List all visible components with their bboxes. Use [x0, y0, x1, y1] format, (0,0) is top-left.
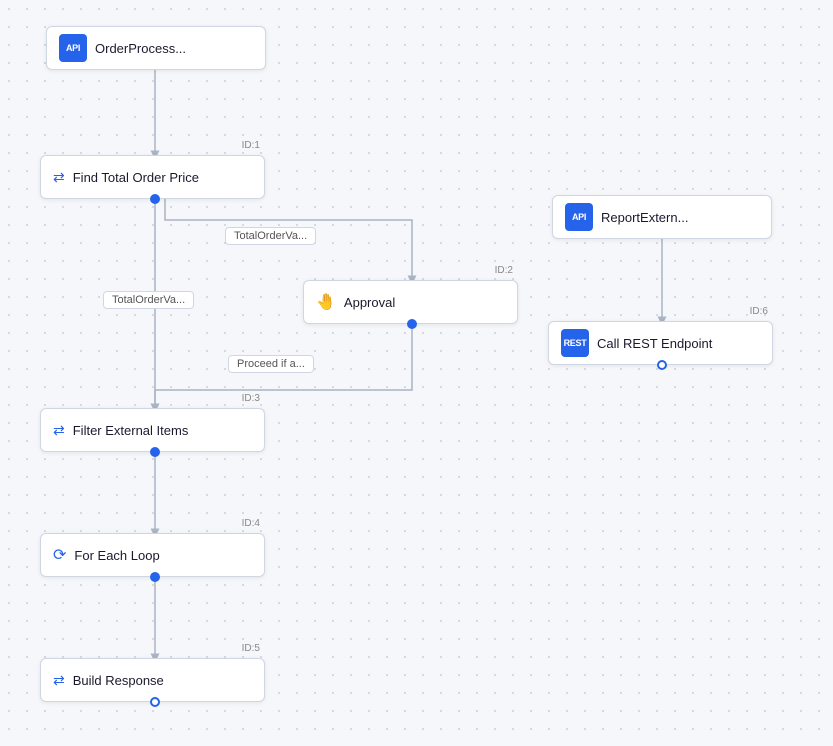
connections-svg [0, 0, 833, 746]
node-report-extern[interactable]: API ReportExtern... [552, 195, 772, 239]
dot-foreach-bottom [150, 572, 160, 582]
node-label-approval: Approval [344, 295, 395, 310]
node-label-order-process: OrderProcess... [95, 41, 186, 56]
node-order-process[interactable]: API OrderProcess... [46, 26, 266, 70]
node-find-total[interactable]: ID:1 ⇄ Find Total Order Price [40, 155, 265, 199]
hand-icon-approval: 🤚 [316, 292, 336, 312]
conn-label-total-order-va2: TotalOrderVa... [103, 291, 194, 309]
node-for-each[interactable]: ID:4 ⟳ For Each Loop [40, 533, 265, 577]
parallel-icon-build: ⇄ [53, 672, 65, 689]
dot-rest-bottom [657, 360, 667, 370]
workflow-canvas: API OrderProcess... ID:1 ⇄ Find Total Or… [0, 0, 833, 746]
dot-find-total-bottom [150, 194, 160, 204]
node-id-approval: ID:2 [495, 265, 513, 276]
node-approval[interactable]: ID:2 🤚 Approval [303, 280, 518, 324]
dot-approval-bottom [407, 319, 417, 329]
node-call-rest[interactable]: ID:6 REST Call REST Endpoint [548, 321, 773, 365]
parallel-icon-find-total: ⇄ [53, 169, 65, 186]
node-filter-external[interactable]: ID:3 ⇄ Filter External Items [40, 408, 265, 452]
node-label-report: ReportExtern... [601, 210, 688, 225]
node-build-response[interactable]: ID:5 ⇄ Build Response [40, 658, 265, 702]
parallel-icon-filter: ⇄ [53, 422, 65, 439]
loop-icon-foreach: ⟳ [53, 545, 66, 565]
node-label-filter: Filter External Items [73, 423, 189, 438]
node-label-rest: Call REST Endpoint [597, 336, 712, 351]
node-id-filter: ID:3 [242, 393, 260, 404]
api-icon: API [59, 34, 87, 62]
node-id-find-total: ID:1 [242, 140, 260, 151]
node-id-foreach: ID:4 [242, 518, 260, 529]
node-id-build: ID:5 [242, 643, 260, 654]
node-label-build: Build Response [73, 673, 164, 688]
node-label-find-total: Find Total Order Price [73, 170, 199, 185]
node-id-rest: ID:6 [750, 306, 768, 317]
node-label-foreach: For Each Loop [74, 548, 159, 563]
dot-build-bottom [150, 697, 160, 707]
conn-label-proceed: Proceed if a... [228, 355, 314, 373]
dot-filter-bottom [150, 447, 160, 457]
api-icon-report: API [565, 203, 593, 231]
conn-label-total-order-va1: TotalOrderVa... [225, 227, 316, 245]
rest-icon-call: REST [561, 329, 589, 357]
